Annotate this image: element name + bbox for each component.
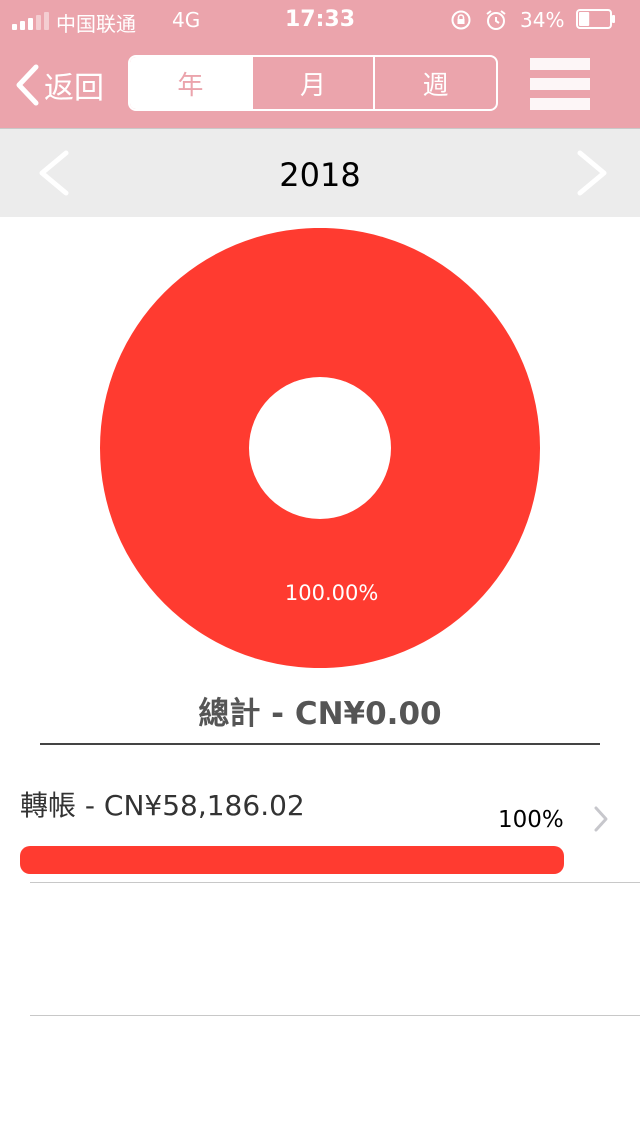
category-progress-fill — [20, 846, 564, 874]
total-amount: 總計 - CN¥0.00 — [198, 696, 442, 732]
year-label: 2018 — [279, 156, 361, 194]
alarm-icon — [486, 10, 506, 30]
hamburger-menu-icon[interactable] — [530, 58, 590, 110]
tab-month[interactable]: 月 — [250, 57, 374, 109]
row-separator — [30, 882, 640, 883]
year-navigator: 2018 — [0, 129, 640, 217]
top-bar: 中国联通 4G 17:33 34% 返回 年 月 週 — [0, 0, 640, 129]
period-segmented-control: 年 月 週 — [128, 55, 498, 111]
divider — [40, 743, 600, 745]
status-bar: 中国联通 4G 17:33 34% — [0, 0, 640, 40]
pie-slice-label: 100.00% — [285, 581, 378, 605]
back-label: 返回 — [44, 71, 104, 106]
tab-week[interactable]: 週 — [373, 57, 496, 109]
battery-icon — [576, 9, 615, 29]
rotation-lock-icon — [451, 10, 471, 30]
category-row[interactable]: 轉帳 - CN¥58,186.02 100% — [0, 760, 640, 882]
category-donut-chart: 100.00% — [100, 228, 540, 668]
category-name-amount: 轉帳 - CN¥58,186.02 — [20, 789, 305, 822]
back-button[interactable]: 返回 — [14, 60, 104, 110]
category-progress-bar — [20, 846, 564, 874]
tab-year[interactable]: 年 — [130, 57, 251, 109]
chevron-left-icon — [16, 64, 39, 106]
category-percent: 100% — [498, 807, 564, 833]
battery-percent: 34% — [520, 8, 565, 32]
chevron-right-icon[interactable] — [566, 147, 616, 199]
row-separator — [30, 1015, 640, 1016]
chevron-right-icon — [594, 806, 608, 832]
